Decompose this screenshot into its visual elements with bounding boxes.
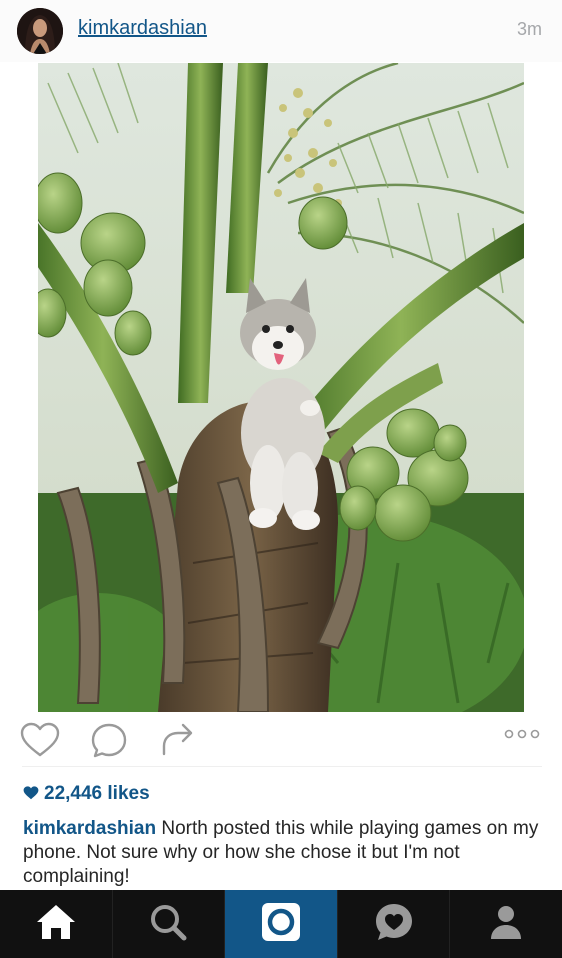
bottom-tab-bar	[0, 890, 562, 958]
post-header: kimkardashian 3m	[0, 0, 562, 62]
post-actions-bar	[0, 712, 562, 767]
activity-icon	[373, 901, 415, 948]
tab-profile[interactable]	[450, 890, 562, 958]
comment-icon[interactable]	[90, 722, 128, 765]
more-options-icon[interactable]	[504, 727, 540, 745]
likes-row[interactable]: 22,446 likes	[23, 783, 150, 805]
likes-count: 22,446 likes	[44, 783, 150, 804]
username-link[interactable]: kimkardashian	[78, 17, 207, 40]
share-icon[interactable]	[160, 720, 196, 763]
tab-camera[interactable]	[225, 890, 338, 958]
post-timestamp: 3m	[516, 19, 542, 39]
search-icon	[148, 902, 188, 947]
divider	[22, 766, 542, 767]
tab-activity[interactable]	[338, 890, 451, 958]
caption-author-link[interactable]: kimkardashian	[23, 818, 156, 839]
profile-icon	[486, 902, 526, 947]
heart-icon[interactable]	[20, 722, 60, 763]
camera-icon	[260, 901, 302, 948]
avatar[interactable]	[17, 8, 63, 54]
post-photo[interactable]	[38, 63, 524, 712]
tab-search[interactable]	[113, 890, 226, 958]
instagram-post-screen: kimkardashian 3m 22,446 likes kimkardash…	[0, 0, 562, 958]
tab-home[interactable]	[0, 890, 113, 958]
home-icon	[34, 902, 78, 947]
small-heart-icon	[23, 784, 39, 800]
post-caption: kimkardashian North posted this while pl…	[23, 817, 543, 889]
